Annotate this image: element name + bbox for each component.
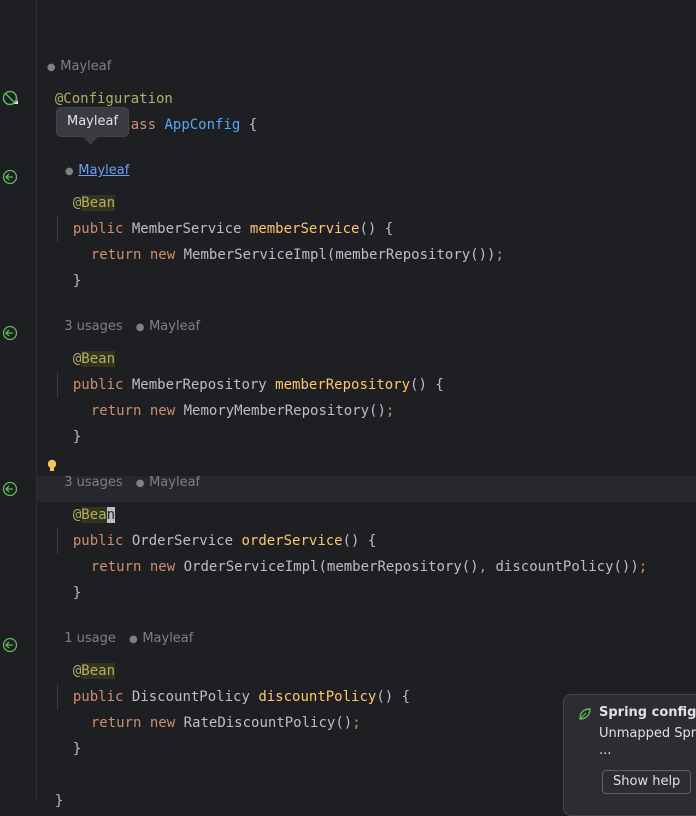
code-line-bean-annotation[interactable]: @Bean <box>56 320 116 367</box>
notification-body: Unmapped Sprin <box>599 726 696 741</box>
indent-guide <box>57 684 58 710</box>
code-line-annotation[interactable]: @Configuration <box>38 60 173 107</box>
spring-config-no-bean-icon[interactable] <box>2 90 18 106</box>
class-author-hint[interactable]: ● Mayleaf <box>38 37 111 74</box>
show-help-button[interactable]: Show help <box>602 770 692 794</box>
code-line-method-close[interactable]: } <box>56 398 81 445</box>
code-line-method-close[interactable]: } <box>56 242 81 289</box>
spring-bean-navigate-icon[interactable] <box>2 637 18 653</box>
spring-bean-navigate-icon[interactable] <box>2 325 18 341</box>
notification-ellipsis: ... <box>599 743 612 758</box>
spring-notification[interactable]: Spring configur Unmapped Sprin ... Show … <box>563 694 696 816</box>
code-line-method-decl[interactable]: public DiscountPolicy discountPolicy() { <box>56 658 410 705</box>
code-line-class-close[interactable]: } <box>38 762 63 809</box>
method-usages-hint[interactable]: 3 usages ● Mayleaf <box>56 297 200 334</box>
code-line-method-decl[interactable]: public MemberService memberService() { <box>56 190 393 237</box>
person-icon: ● <box>128 634 138 645</box>
indent-guide <box>57 216 58 242</box>
code-line-bean-annotation[interactable]: @Bean <box>56 476 116 523</box>
code-line-return[interactable]: return new RateDiscountPolicy(); <box>74 684 361 731</box>
author-tooltip: Mayleaf <box>56 107 130 137</box>
method-author-hint[interactable]: ● Mayleaf <box>56 141 129 178</box>
code-line-return[interactable]: return new MemoryMemberRepository(); <box>74 372 394 419</box>
gutter-divider <box>36 0 37 801</box>
code-line-method-decl[interactable]: public MemberRepository memberRepository… <box>56 346 444 393</box>
code-line-return[interactable]: return new MemberServiceImpl(memberRepos… <box>74 216 504 263</box>
notification-title: Spring configur <box>599 705 696 720</box>
spring-bean-navigate-icon[interactable] <box>2 169 18 185</box>
method-usages-hint[interactable]: 1 usage ● Mayleaf <box>56 609 193 646</box>
spring-bean-navigate-icon[interactable] <box>2 481 18 497</box>
code-line-method-close[interactable]: } <box>56 554 81 601</box>
code-line-method-decl[interactable]: public OrderService orderService() { <box>56 502 376 549</box>
indent-guide <box>57 372 58 398</box>
method-usages-hint[interactable]: 3 usages ● Mayleaf <box>56 453 200 490</box>
code-line-bean-annotation[interactable]: @Bean <box>56 632 116 679</box>
code-line-return[interactable]: return new OrderServiceImpl(memberReposi… <box>74 528 647 575</box>
code-line-bean-annotation[interactable]: @Bean <box>56 164 116 211</box>
code-line-method-close[interactable]: } <box>56 710 81 757</box>
person-icon: ● <box>135 478 145 489</box>
spring-leaf-icon <box>579 708 591 720</box>
indent-guide <box>57 528 58 554</box>
editor-gutter <box>0 0 36 801</box>
person-icon: ● <box>135 322 145 333</box>
